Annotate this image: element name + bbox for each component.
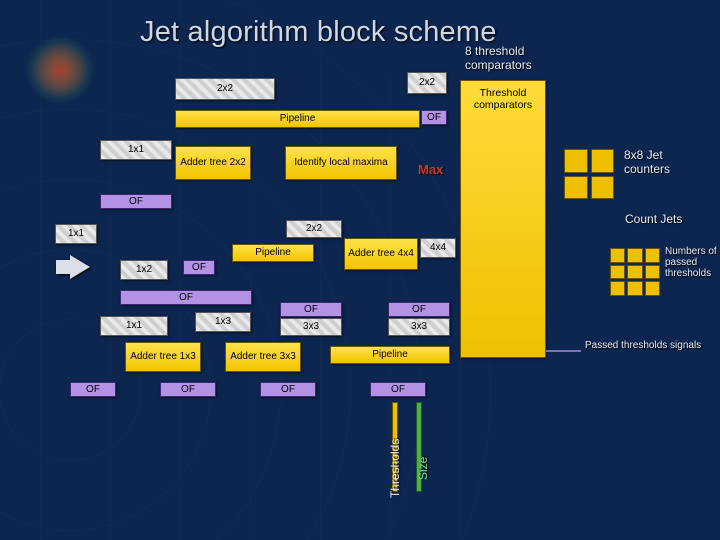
threshold-comparators-label: Threshold comparators (461, 87, 545, 111)
vlabel-size: Size (416, 457, 430, 480)
adder-1x3: Adder tree 1x3 (125, 342, 201, 372)
adder-2x2: Adder tree 2x2 (175, 146, 251, 180)
of-b2: OF (160, 382, 216, 397)
of-row2: OF (100, 194, 172, 209)
label-jet-counters: 8x8 Jet counters (624, 148, 704, 176)
passed-thresholds-grid (610, 248, 660, 296)
input-arrow-icon (70, 255, 90, 279)
block-4x4: 4x4 (420, 238, 456, 258)
adder-4x4: Adder tree 4x4 (344, 238, 418, 270)
label-count-jets: Count Jets (625, 212, 682, 226)
of-mid: OF (120, 290, 252, 305)
block-1x3: 1x3 (195, 312, 251, 332)
label-8-threshold: 8 threshold comparators (465, 44, 585, 72)
block-1x1-a: 1x1 (100, 140, 172, 160)
vlabel-thresholds: Thresholds (388, 439, 402, 498)
threshold-comparators-box: Threshold comparators (460, 80, 546, 358)
of-b3: OF (260, 382, 316, 397)
label-passed-signals: Passed thresholds signals (585, 340, 715, 351)
block-2x2-c: 2x2 (286, 220, 342, 238)
of-b1: OF (70, 382, 116, 397)
bus-line (546, 350, 581, 352)
adder-3x3: Adder tree 3x3 (225, 342, 301, 372)
block-2x2-a: 2x2 (175, 78, 275, 100)
block-3x3-b: 3x3 (388, 318, 450, 336)
page-title: Jet algorithm block scheme (0, 0, 720, 49)
block-1x1-b: 1x1 (55, 224, 97, 244)
pipeline-1: Pipeline (175, 110, 420, 128)
of-small-2: OF (183, 260, 215, 275)
of-3x3-b: OF (388, 302, 450, 317)
diagram-stage: 8 threshold comparators Threshold compar… (0, 50, 720, 540)
identify-local-maxima: Identify local maxima (285, 146, 397, 180)
pipeline-2: Pipeline (232, 244, 314, 262)
block-2x2-b: 2x2 (407, 72, 447, 94)
of-b4: OF (370, 382, 426, 397)
pipeline-3: Pipeline (330, 346, 450, 364)
of-3x3-a: OF (280, 302, 342, 317)
label-num-passed: Numbers of passed thresholds (665, 246, 720, 279)
block-1x1-c: 1x1 (100, 316, 168, 336)
block-1x2: 1x2 (120, 260, 168, 280)
jet-counters-grid (561, 146, 617, 202)
of-top: OF (421, 110, 447, 125)
label-max: Max (418, 162, 443, 177)
block-3x3-a: 3x3 (280, 318, 342, 336)
